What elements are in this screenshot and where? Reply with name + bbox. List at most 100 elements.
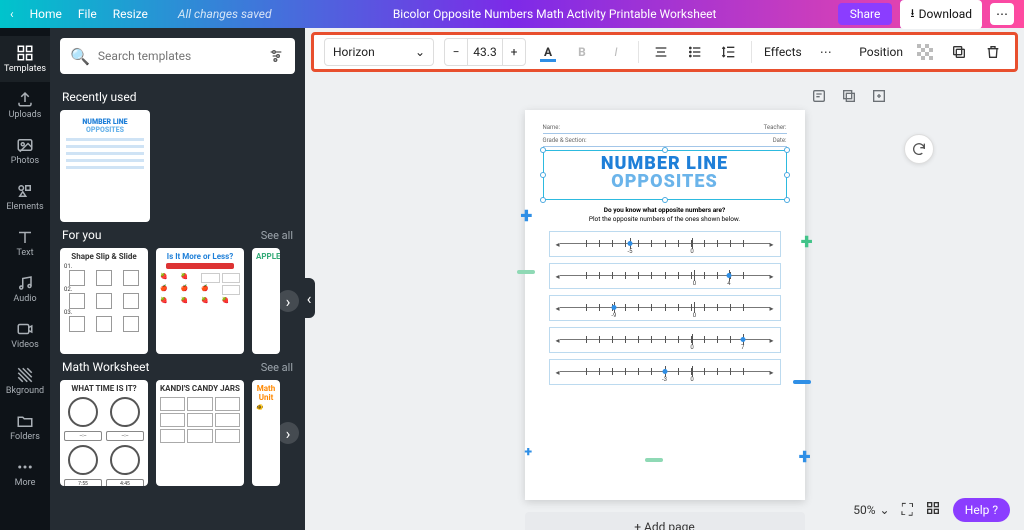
canvas-page[interactable]: Name:Teacher: Grade & Section:Date: NUMB…: [525, 110, 805, 500]
rail-videos[interactable]: Videos: [0, 312, 50, 358]
template-thumb[interactable]: NUMBER LINE OPPOSITES: [60, 110, 150, 222]
template-thumb[interactable]: Is It More or Less? 🍓🍓 🍎🍎🍎 🍓🍓🍓🍓: [156, 248, 244, 354]
font-size-stepper[interactable]: − 43.3 +: [444, 38, 526, 66]
thumb-text: Math Unit: [256, 384, 276, 402]
rail-more[interactable]: More: [0, 450, 50, 496]
zoom-control[interactable]: 50%⌄: [853, 503, 889, 517]
thumb-text: APPLE: [256, 252, 276, 261]
help-button[interactable]: Help ?: [953, 498, 1010, 522]
search-icon: 🔍: [70, 47, 90, 66]
search-input[interactable]: [98, 49, 259, 63]
position-button[interactable]: Position: [859, 45, 903, 59]
size-decrease-button[interactable]: −: [445, 45, 467, 59]
rail-templates[interactable]: Templates: [0, 36, 50, 82]
add-page-button[interactable]: + Add page: [525, 512, 805, 530]
file-menu[interactable]: File: [78, 7, 97, 21]
decor-dash-icon: [645, 458, 663, 462]
page-add-icon[interactable]: [869, 86, 889, 106]
number-line: ◂▸07: [549, 327, 781, 353]
page-notes-icon[interactable]: [809, 86, 829, 106]
effects-button[interactable]: Effects: [762, 41, 804, 63]
thumb-title: NUMBER LINE: [64, 118, 146, 126]
separator: [751, 41, 752, 63]
decor-plus-icon: +: [521, 204, 533, 229]
templates-panel: 🔍 Recently used NUMBER LINE OPPOSITES Fo…: [50, 28, 305, 530]
document-title[interactable]: Bicolor Opposite Numbers Math Activity P…: [272, 7, 838, 21]
home-link[interactable]: Home: [30, 7, 62, 21]
hdr-name: Name:: [543, 124, 560, 131]
search-input-wrap[interactable]: 🔍: [60, 38, 295, 74]
save-status: All changes saved: [178, 7, 272, 21]
template-thumb[interactable]: Shape Slip & Slide 01. 02. 03.: [60, 248, 148, 354]
number-line: ◂▸-90: [549, 295, 781, 321]
download-label: Download: [919, 7, 972, 21]
text-color-button[interactable]: A: [536, 40, 560, 64]
number-line: ◂▸-50: [549, 231, 781, 257]
thumb-text: KANDI'S CANDY JARS: [160, 384, 240, 393]
share-button[interactable]: Share: [838, 3, 893, 25]
decor-dash-icon: [517, 270, 535, 274]
see-all-link[interactable]: See all: [261, 229, 293, 242]
selected-text-element[interactable]: NUMBER LINE OPPOSITES: [543, 150, 787, 200]
more-menu-button[interactable]: ⋯: [990, 3, 1014, 25]
italic-button[interactable]: I: [604, 40, 628, 64]
decor-plus-icon: +: [799, 445, 811, 470]
rail-label: Bkground: [6, 386, 44, 396]
thumb-badge: 7:55: [64, 479, 102, 486]
more-formatting-icon[interactable]: ⋯: [814, 40, 838, 64]
rail-text[interactable]: Text: [0, 220, 50, 266]
list-button[interactable]: [683, 40, 707, 64]
decor-plus-icon: +: [525, 444, 532, 460]
bold-button[interactable]: B: [570, 40, 594, 64]
hdr-date: Date:: [773, 137, 787, 144]
decor-dash-icon: [793, 380, 811, 384]
page-duplicate-icon[interactable]: [839, 86, 859, 106]
scroll-right-icon[interactable]: ›: [277, 290, 299, 312]
thumb-text: Shape Slip & Slide: [64, 252, 144, 261]
size-increase-button[interactable]: +: [503, 45, 525, 59]
scroll-right-icon[interactable]: ›: [277, 422, 299, 444]
rail-background[interactable]: Bkground: [0, 358, 50, 404]
align-button[interactable]: [649, 40, 673, 64]
template-thumb[interactable]: Math Unit 🐠: [252, 380, 280, 486]
context-toolbar: Horizon ⌄ − 43.3 + A B I Effects ⋯ Posit…: [311, 32, 1018, 72]
resize-menu[interactable]: Resize: [113, 7, 148, 21]
template-thumb[interactable]: WHAT TIME IS IT? --:----:--7:554:45: [60, 380, 148, 486]
font-family-select[interactable]: Horizon ⌄: [324, 38, 434, 66]
download-icon: ⭳: [910, 4, 914, 25]
delete-icon[interactable]: [981, 40, 1005, 64]
section-recent-title: Recently used: [62, 90, 136, 104]
download-button[interactable]: ⭳ Download: [900, 0, 982, 29]
font-size-value[interactable]: 43.3: [467, 39, 503, 65]
subtitle: Do you know what opposite numbers are?Pl…: [543, 206, 787, 223]
transparency-icon[interactable]: [913, 40, 937, 64]
chevron-down-icon: ⌄: [415, 45, 425, 59]
hdr-teacher: Teacher:: [764, 124, 787, 131]
spacing-button[interactable]: [717, 40, 741, 64]
rail-label: Elements: [6, 202, 43, 212]
font-name: Horizon: [333, 45, 375, 59]
rail-elements[interactable]: Elements: [0, 174, 50, 220]
section-math-title: Math Worksheet: [62, 360, 149, 374]
rail-label: Videos: [11, 340, 39, 350]
grid-view-icon[interactable]: [925, 500, 941, 520]
template-thumb[interactable]: APPLE: [252, 248, 280, 354]
rail-label: Folders: [10, 432, 40, 442]
zoom-value: 50%: [853, 503, 875, 517]
undo-fab[interactable]: [904, 134, 934, 164]
fullscreen-icon[interactable]: ⛶: [902, 500, 913, 520]
rail-label: Text: [16, 248, 33, 258]
filter-icon[interactable]: [267, 47, 285, 65]
rail-audio[interactable]: Audio: [0, 266, 50, 312]
see-all-link[interactable]: See all: [261, 361, 293, 374]
duplicate-icon[interactable]: [947, 40, 971, 64]
rail-folders[interactable]: Folders: [0, 404, 50, 450]
rail-label: Photos: [11, 156, 39, 166]
rail-uploads[interactable]: Uploads: [0, 82, 50, 128]
rail-label: Audio: [13, 294, 36, 304]
template-thumb[interactable]: KANDI'S CANDY JARS: [156, 380, 244, 486]
top-bar: ‹ Home File Resize All changes saved Bic…: [0, 0, 1024, 28]
back-icon[interactable]: ‹: [10, 7, 14, 21]
decor-plus-icon: +: [801, 230, 813, 255]
rail-photos[interactable]: Photos: [0, 128, 50, 174]
